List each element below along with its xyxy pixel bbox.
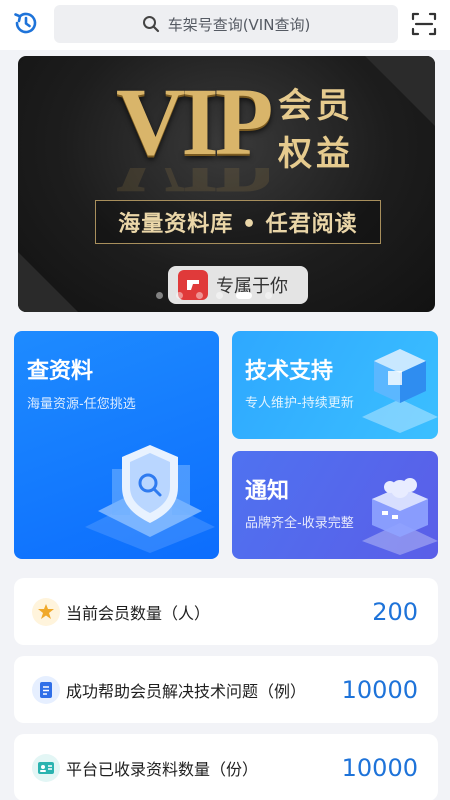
stat-value: 10000 [341, 675, 418, 704]
stat-label: 成功帮助会员解决技术问题（例） [66, 681, 307, 701]
notice-card[interactable]: 通知 品牌齐全-收录完整 [232, 451, 438, 559]
carousel-dot[interactable] [196, 292, 203, 299]
server-icon [362, 478, 438, 555]
stat-value: 200 [372, 597, 418, 626]
carousel-dot[interactable] [216, 292, 223, 299]
carousel-dot[interactable] [176, 292, 183, 299]
stat-row-solved: 成功帮助会员解决技术问题（例） 10000 [14, 656, 438, 723]
carousel-dot[interactable] [265, 292, 272, 299]
carousel-dot[interactable] [236, 292, 252, 299]
carousel-dot[interactable] [156, 292, 163, 299]
document-icon [32, 675, 60, 704]
card-title: 技术支持 [245, 359, 334, 384]
banner-member-text: 会员 [278, 86, 354, 126]
banner-benefit-text: 权益 [278, 134, 354, 174]
card-title: 查资料 [27, 359, 94, 384]
card-title: 通知 [245, 479, 290, 504]
history-icon [14, 12, 37, 34]
top-bar: 车架号查询(VIN查询) [0, 0, 450, 50]
stat-label: 平台已收录资料数量（份） [66, 759, 259, 779]
card-subtitle: 海量资源-任您挑选 [27, 397, 136, 412]
vip-banner[interactable]: VIP VIP 会员 权益 海量资料库 • 任君阅读 专属于你 [18, 56, 435, 312]
scan-icon [411, 12, 437, 36]
banner-corner-decoration [365, 56, 435, 126]
card-subtitle: 品牌齐全-收录完整 [245, 516, 354, 531]
card-subtitle: 专人维护-持续更新 [245, 396, 354, 411]
search-placeholder: 车架号查询(VIN查询) [167, 15, 311, 34]
banner-slogan-text: 海量资料库 • 任君阅读 [118, 212, 358, 237]
medal-icon [32, 597, 60, 626]
id-card-icon [32, 753, 60, 782]
tech-support-card[interactable]: 技术支持 专人维护-持续更新 [232, 331, 438, 439]
banner-corner-decoration [18, 252, 78, 312]
stat-row-members: 当前会员数量（人） 200 [14, 578, 438, 645]
stat-value: 10000 [341, 753, 418, 782]
search-input[interactable]: 车架号查询(VIN查询) [54, 5, 398, 43]
vip-logo: VIP [116, 68, 273, 175]
stat-label: 当前会员数量（人） [66, 603, 211, 623]
cube-icon [362, 349, 438, 433]
search-materials-card[interactable]: 查资料 海量资源-任您挑选 [14, 331, 219, 559]
scan-button[interactable] [410, 10, 438, 38]
banner-slogan: 海量资料库 • 任君阅读 [95, 200, 381, 244]
shield-icon [85, 445, 215, 553]
search-icon [142, 15, 160, 33]
history-button[interactable] [12, 9, 40, 37]
carousel-indicator [156, 292, 272, 299]
stat-row-materials: 平台已收录资料数量（份） 10000 [14, 734, 438, 800]
